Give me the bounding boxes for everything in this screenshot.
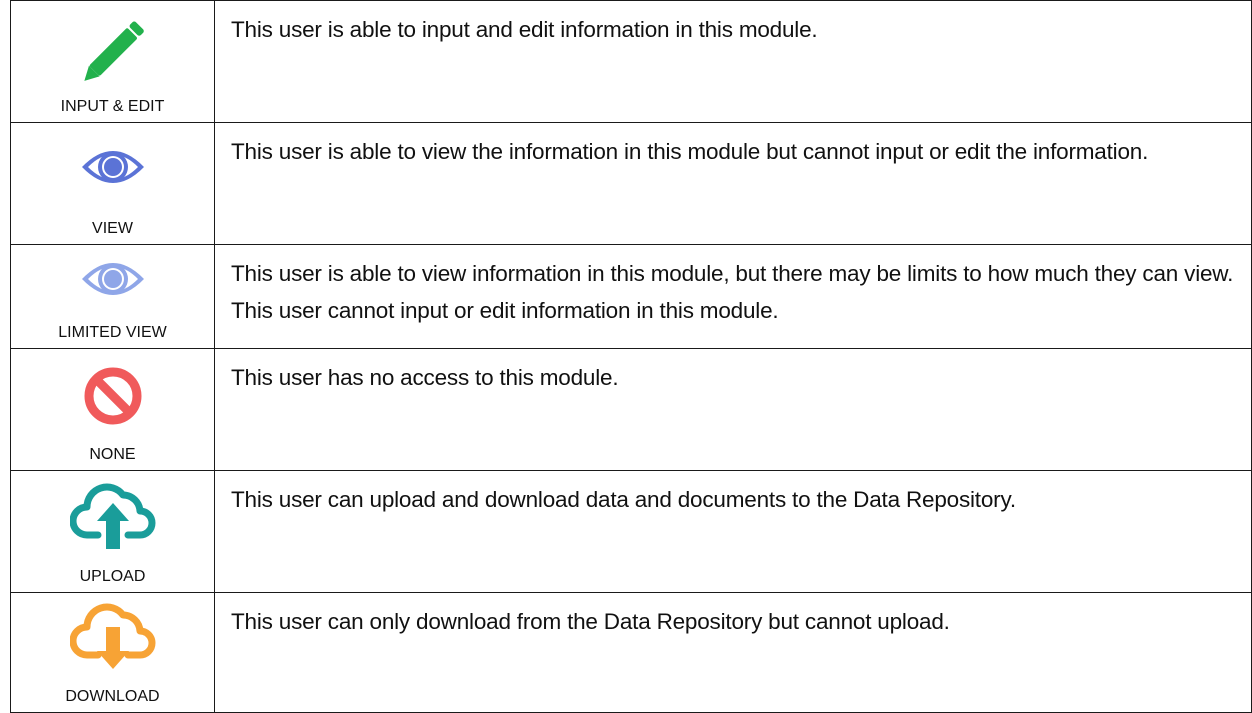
legend-description: This user is able to view the informatio…	[214, 122, 1252, 245]
cloud-upload-icon	[69, 483, 155, 549]
legend-icon-label: LIMITED VIEW	[58, 324, 167, 341]
legend-description: This user can upload and download data a…	[214, 470, 1252, 593]
eye-light-icon	[81, 263, 144, 295]
legend-icon-label: DOWNLOAD	[65, 688, 160, 705]
permissions-legend-table: INPUT & EDIT This user is able to input …	[10, 0, 1252, 713]
legend-row-none: NONE This user has no access to this mod…	[10, 348, 1252, 471]
legend-row-download: DOWNLOAD This user can only download fro…	[10, 592, 1252, 713]
pencil-icon	[83, 21, 144, 81]
legend-icon-label: VIEW	[92, 220, 133, 237]
legend-description: This user is able to view information in…	[214, 244, 1252, 349]
eye-icon	[81, 151, 144, 183]
legend-row-limited-view: LIMITED VIEW This user is able to view i…	[10, 244, 1252, 349]
legend-icon-cell: VIEW	[10, 122, 215, 245]
legend-icon-cell: NONE	[10, 348, 215, 471]
legend-icon-label: NONE	[89, 446, 136, 463]
legend-icon-label: UPLOAD	[79, 568, 146, 585]
legend-icon-cell: INPUT & EDIT	[10, 0, 215, 123]
legend-row-input-edit: INPUT & EDIT This user is able to input …	[10, 0, 1252, 123]
legend-description: This user is able to input and edit info…	[214, 0, 1252, 123]
legend-icon-cell: UPLOAD	[10, 470, 215, 593]
legend-description: This user can only download from the Dat…	[214, 592, 1252, 713]
legend-description: This user has no access to this module.	[214, 348, 1252, 471]
prohibited-icon	[84, 367, 141, 425]
legend-icon-cell: LIMITED VIEW	[10, 244, 215, 349]
legend-icon-label: INPUT & EDIT	[60, 98, 165, 115]
legend-row-upload: UPLOAD This user can upload and download…	[10, 470, 1252, 593]
cloud-download-icon	[69, 603, 155, 669]
legend-row-view: VIEW This user is able to view the infor…	[10, 122, 1252, 245]
legend-icon-cell: DOWNLOAD	[10, 592, 215, 713]
